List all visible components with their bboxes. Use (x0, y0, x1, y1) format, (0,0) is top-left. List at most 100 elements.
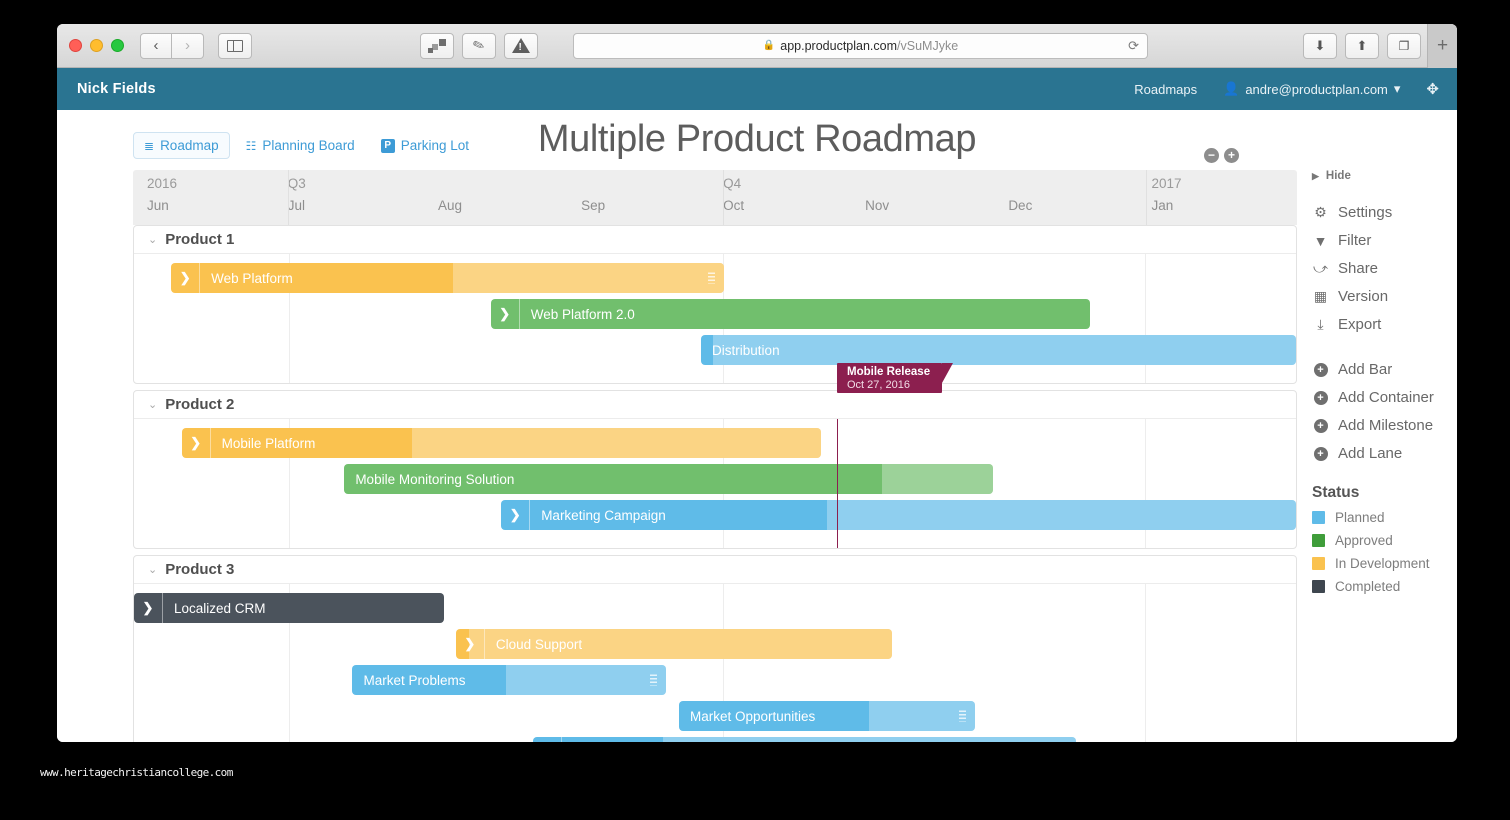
chevron-down-icon[interactable]: ⌄ (148, 233, 157, 246)
roadmap-bar[interactable]: ❯ Web Platform 2.0 (490, 299, 1091, 329)
forward-button[interactable]: › (172, 32, 204, 59)
panel-item-version[interactable]: ▦ Version (1312, 288, 1457, 305)
panel-item-share[interactable]: ⤻ Share (1312, 260, 1457, 277)
sidebar-toggle-button[interactable] (218, 32, 252, 59)
expand-chevron-icon[interactable]: ❯ (171, 263, 199, 293)
roadmap-bar[interactable]: ❯ Mobile Platform (181, 428, 821, 458)
share-upload-icon: ⬆ (1356, 37, 1368, 53)
chevron-down-icon[interactable]: ⌄ (148, 563, 157, 576)
hide-label: Hide (1325, 170, 1351, 182)
share-icon: ⤻ (1313, 260, 1328, 276)
milestone-name: Mobile Release (847, 366, 931, 378)
account-menu[interactable]: 👤 andre@productplan.com ▾ (1223, 81, 1400, 97)
panel-item-version-label: Version (1338, 288, 1389, 305)
gear-icon: ⚙ (1314, 204, 1327, 220)
maximize-window-button[interactable] (111, 39, 124, 52)
panel-item-export-label: Export (1338, 316, 1382, 333)
bar-label: Distribution (712, 342, 780, 358)
status-label: Approved (1335, 533, 1393, 548)
panel-item-filter[interactable]: ▼ Filter (1312, 232, 1457, 249)
tab-overview-button[interactable]: ❐ (1387, 32, 1421, 59)
roadmap-bar[interactable]: Market Problems (352, 665, 667, 695)
fullscreen-expand-icon[interactable]: ✥ (1426, 80, 1439, 98)
wand-extension-button[interactable]: ✎ (462, 32, 496, 59)
warning-triangle-icon (512, 38, 530, 53)
bar-label: Marketing Campaign (541, 507, 666, 523)
lane-header[interactable]: ⌄ Product 2 (134, 391, 1296, 419)
lane-product-2: ⌄ Product 2 ❯ Mobile Platform Mobile Monitor… (133, 363, 1297, 549)
add-milestone-icon: + (1312, 418, 1329, 433)
roadmap-bar[interactable]: ❯ Web Platform (171, 263, 725, 293)
bar-progress-remainder (827, 500, 1296, 530)
timeline-month-Aug: Aug (437, 198, 462, 213)
timeline-header: 2016 2017 Q3 Q4 Jun Jul Aug Sep Oct Nov Dec Jan (133, 170, 1297, 225)
warning-extension-button[interactable] (504, 32, 538, 59)
timeline-month-Dec: Dec (1008, 198, 1033, 213)
share-button[interactable]: ⬆ (1345, 32, 1379, 59)
watermark: www.heritagechristiancollege.com (40, 766, 233, 779)
bar-label: Localized CRM (174, 600, 266, 616)
expand-chevron-icon[interactable]: ❯ (491, 299, 519, 329)
panel-item-settings[interactable]: ⚙ Settings (1312, 204, 1457, 221)
zoom-in-button[interactable]: + (1224, 148, 1239, 163)
roadmap-bar[interactable]: ❯ Localized CRM (134, 593, 445, 623)
roadmap-bar[interactable]: ❯ Marketing Campaign (501, 500, 1296, 530)
bar-grip-handle-icon[interactable] (959, 710, 967, 722)
chevron-right-icon: ▶ (1312, 170, 1319, 181)
lane-header[interactable]: ⌄ Product 3 (134, 556, 1296, 584)
hide-panel-toggle[interactable]: ▶ Hide (1312, 170, 1457, 182)
copy-tabs-icon: ❐ (1398, 38, 1410, 53)
panel-item-add-container[interactable]: + Add Container (1312, 389, 1457, 406)
milestone-flag-tail (942, 363, 954, 383)
chevron-down-icon[interactable]: ⌄ (148, 398, 157, 411)
lane-header[interactable]: ⌄ Product 1 (134, 226, 1296, 254)
expand-chevron-icon[interactable]: ❯ (456, 629, 484, 659)
zoom-out-button[interactable]: − (1204, 148, 1219, 163)
roadmap-bar[interactable]: ❯ Cloud Support (455, 629, 892, 659)
roadmap-bar[interactable]: Mobile Monitoring Solution (344, 464, 993, 494)
roadmap-bar[interactable]: ❯Data Logging Module (532, 737, 1077, 742)
expand-chevron-icon[interactable]: ❯ (501, 500, 529, 530)
milestone-date: Oct 27, 2016 (847, 379, 910, 391)
roadmap-bar[interactable]: Distribution (701, 335, 1296, 365)
panel-item-add-bar-label: Add Bar (1338, 361, 1393, 378)
expand-chevron-icon[interactable]: ❯ (182, 428, 210, 458)
expand-chevron-icon[interactable]: ❯ (134, 593, 162, 623)
nav-roadmaps-link[interactable]: Roadmaps (1134, 82, 1197, 97)
timeline-month-Jul: Jul (287, 198, 306, 213)
bar-label: Mobile Monitoring Solution (355, 471, 515, 487)
lane-body: ❯ Mobile Platform Mobile Monitoring Soluti… (134, 419, 1296, 548)
status-legend-item: In Development (1312, 556, 1457, 571)
status-legend: Planned Approved In Development Completed (1312, 510, 1457, 594)
bar-progress-remainder (453, 263, 725, 293)
expand-chevron-icon[interactable]: ❯ (533, 737, 561, 742)
back-button[interactable]: ‹ (140, 32, 172, 59)
panel-item-add-bar[interactable]: + Add Bar (1312, 361, 1457, 378)
bar-grip-handle-icon[interactable] (650, 674, 658, 686)
right-toolbar-buttons: ⬇ ⬆ ❐ (1303, 32, 1429, 59)
bar-progress-remainder (712, 335, 1296, 365)
close-window-button[interactable] (69, 39, 82, 52)
pixel-extension-button[interactable] (420, 32, 454, 59)
bar-progress-remainder (411, 428, 821, 458)
bar-progress-remainder (882, 464, 993, 494)
roadmap-bar[interactable]: Market Opportunities (678, 701, 976, 731)
milestone-flag[interactable]: Mobile Release Oct 27, 2016 (837, 363, 954, 393)
address-bar[interactable]: 🔒 app.productplan.com/vSuMJyke ⟳ (573, 32, 1148, 59)
minimize-window-button[interactable] (90, 39, 103, 52)
add-container-icon: + (1312, 390, 1329, 405)
panel-item-add-milestone[interactable]: + Add Milestone (1312, 417, 1457, 434)
downloads-button[interactable]: ⬇ (1303, 32, 1337, 59)
panel-item-add-lane[interactable]: + Add Lane (1312, 445, 1457, 462)
back-chevron-icon: ‹ (153, 37, 159, 54)
bar-grip-handle-icon[interactable] (708, 272, 716, 284)
forward-chevron-icon: › (185, 37, 190, 54)
panel-item-add-container-label: Add Container (1338, 389, 1434, 406)
app-header: Nick Fields Roadmaps 👤 andre@productplan… (57, 68, 1457, 110)
version-icon: ▦ (1313, 288, 1328, 304)
new-tab-button[interactable]: + (1427, 24, 1457, 68)
lane-product-1: ⌄ Product 1 ❯ Web Platform ❯ Web Platform 2.0… (133, 225, 1297, 384)
reload-icon[interactable]: ⟳ (1128, 38, 1139, 54)
panel-item-export[interactable]: ⤓ Export (1312, 316, 1457, 333)
browser-window: ‹ › ✎ 🔒 app.productplan.com/vSuMJyke ⟳ (57, 24, 1457, 742)
